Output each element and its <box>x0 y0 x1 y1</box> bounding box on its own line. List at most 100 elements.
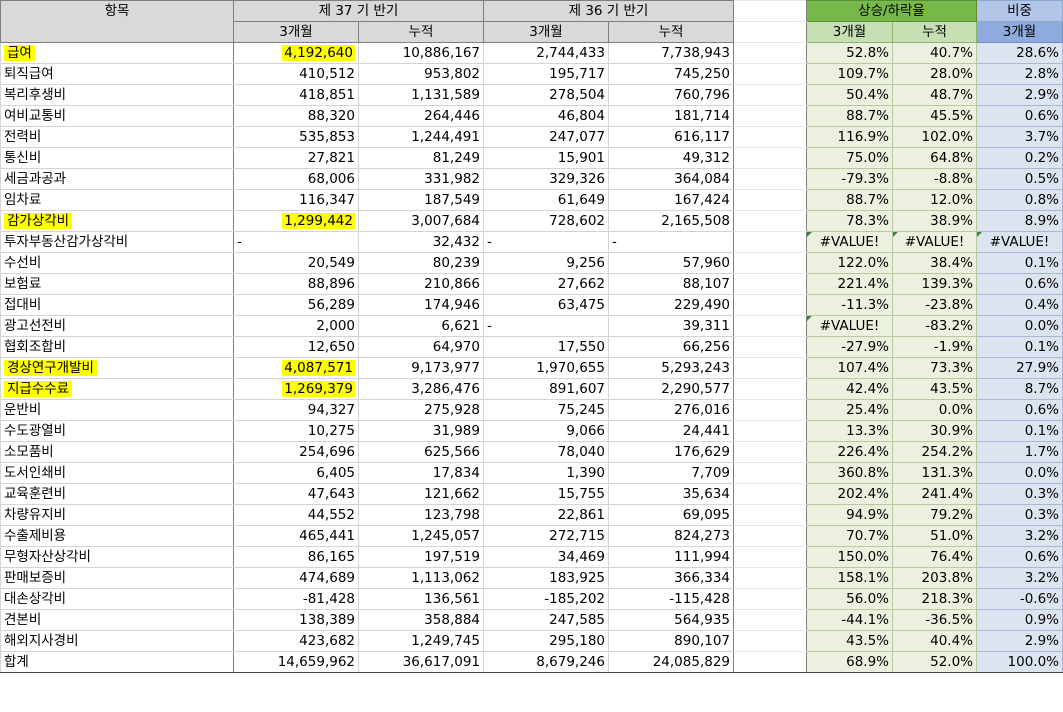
cell-change-cum[interactable]: 0.0% <box>892 399 977 421</box>
cell-share-3m[interactable]: 0.3% <box>976 483 1063 505</box>
cell-share-3m[interactable]: 3.2% <box>976 567 1063 589</box>
cell-p36-3m[interactable]: 17,550 <box>483 336 609 358</box>
header-p36-cum[interactable]: 누적 <box>608 21 734 43</box>
cell-change-3m[interactable]: 88.7% <box>806 189 893 211</box>
cell-item-name[interactable]: 수선비 <box>0 252 234 274</box>
cell-p36-3m[interactable]: 2,744,433 <box>483 42 609 64</box>
cell-change-3m[interactable]: -79.3% <box>806 168 893 190</box>
cell-p37-3m[interactable]: 4,087,571 <box>233 357 359 379</box>
cell-item-name[interactable]: 지급수수료 <box>0 378 234 400</box>
cell-p37-3m[interactable]: 4,192,640 <box>233 42 359 64</box>
cell-change-cum[interactable]: 43.5% <box>892 378 977 400</box>
cell-p36-3m[interactable]: 8,679,246 <box>483 651 609 673</box>
cell-p36-cum[interactable]: 616,117 <box>608 126 734 148</box>
spacer-cell[interactable] <box>733 210 807 232</box>
cell-change-3m[interactable]: 360.8% <box>806 462 893 484</box>
header-change-3m[interactable]: 3개월 <box>806 21 893 43</box>
cell-p36-3m[interactable]: 63,475 <box>483 294 609 316</box>
header-p37-cum[interactable]: 누적 <box>358 21 484 43</box>
cell-item-name[interactable]: 대손상각비 <box>0 588 234 610</box>
cell-change-cum[interactable]: 76.4% <box>892 546 977 568</box>
cell-change-cum[interactable]: 52.0% <box>892 651 977 673</box>
spacer-cell[interactable] <box>733 609 807 631</box>
spacer-cell[interactable] <box>733 189 807 211</box>
cell-change-cum[interactable]: 218.3% <box>892 588 977 610</box>
cell-share-3m[interactable]: 0.3% <box>976 504 1063 526</box>
cell-change-3m[interactable]: 116.9% <box>806 126 893 148</box>
cell-p37-3m[interactable]: 86,165 <box>233 546 359 568</box>
cell-item-name[interactable]: 투자부동산감가상각비 <box>0 231 234 253</box>
cell-change-cum[interactable]: 79.2% <box>892 504 977 526</box>
cell-item-name[interactable]: 차량유지비 <box>0 504 234 526</box>
cell-item-name[interactable]: 접대비 <box>0 294 234 316</box>
cell-p36-3m[interactable]: 247,077 <box>483 126 609 148</box>
cell-change-3m[interactable]: 202.4% <box>806 483 893 505</box>
cell-p36-cum[interactable]: 890,107 <box>608 630 734 652</box>
cell-item-name[interactable]: 퇴직급여 <box>0 63 234 85</box>
cell-p36-cum[interactable]: 2,165,508 <box>608 210 734 232</box>
cell-change-3m[interactable]: 150.0% <box>806 546 893 568</box>
cell-p36-cum[interactable]: 276,016 <box>608 399 734 421</box>
spacer-cell[interactable] <box>733 525 807 547</box>
cell-p37-cum[interactable]: 9,173,977 <box>358 357 484 379</box>
spacer-cell[interactable] <box>733 42 807 64</box>
cell-p37-3m[interactable]: 68,006 <box>233 168 359 190</box>
cell-share-3m[interactable]: 0.9% <box>976 609 1063 631</box>
cell-share-3m[interactable]: 100.0% <box>976 651 1063 673</box>
cell-share-3m[interactable]: 0.5% <box>976 168 1063 190</box>
cell-p37-cum[interactable]: 3,286,476 <box>358 378 484 400</box>
cell-p36-cum[interactable]: 229,490 <box>608 294 734 316</box>
cell-p37-3m[interactable]: 94,327 <box>233 399 359 421</box>
cell-p36-cum[interactable]: -115,428 <box>608 588 734 610</box>
cell-p37-cum[interactable]: 264,446 <box>358 105 484 127</box>
cell-p36-cum[interactable]: 364,084 <box>608 168 734 190</box>
cell-p36-3m[interactable]: 27,662 <box>483 273 609 295</box>
cell-p36-3m[interactable]: 1,390 <box>483 462 609 484</box>
cell-p36-cum[interactable]: 24,441 <box>608 420 734 442</box>
spacer-cell[interactable] <box>733 84 807 106</box>
cell-p37-3m[interactable]: 88,320 <box>233 105 359 127</box>
spacer-cell[interactable] <box>733 63 807 85</box>
cell-p37-3m[interactable]: 44,552 <box>233 504 359 526</box>
cell-p36-3m[interactable]: 15,901 <box>483 147 609 169</box>
cell-change-cum[interactable]: -8.8% <box>892 168 977 190</box>
cell-share-3m[interactable]: 3.2% <box>976 525 1063 547</box>
cell-change-3m[interactable]: 122.0% <box>806 252 893 274</box>
cell-change-cum[interactable]: 102.0% <box>892 126 977 148</box>
cell-p37-cum[interactable]: 17,834 <box>358 462 484 484</box>
cell-p36-cum[interactable]: 564,935 <box>608 609 734 631</box>
cell-change-3m[interactable]: 52.8% <box>806 42 893 64</box>
header-item[interactable]: 항목 <box>0 0 234 43</box>
spacer-cell[interactable] <box>733 567 807 589</box>
cell-change-3m[interactable]: 50.4% <box>806 84 893 106</box>
spacer-cell[interactable] <box>733 105 807 127</box>
spacer-cell[interactable] <box>733 252 807 274</box>
cell-p37-cum[interactable]: 81,249 <box>358 147 484 169</box>
cell-change-3m[interactable]: #VALUE! <box>806 315 893 337</box>
cell-item-name[interactable]: 무형자산상각비 <box>0 546 234 568</box>
cell-share-3m[interactable]: 0.6% <box>976 546 1063 568</box>
cell-p36-cum[interactable]: 35,634 <box>608 483 734 505</box>
cell-p37-cum[interactable]: 1,244,491 <box>358 126 484 148</box>
cell-p37-3m[interactable]: 116,347 <box>233 189 359 211</box>
cell-change-cum[interactable]: 64.8% <box>892 147 977 169</box>
spacer-cell[interactable] <box>733 168 807 190</box>
cell-change-cum[interactable]: 45.5% <box>892 105 977 127</box>
cell-p36-cum[interactable]: 176,629 <box>608 441 734 463</box>
cell-p37-3m[interactable]: 535,853 <box>233 126 359 148</box>
cell-p37-cum[interactable]: 3,007,684 <box>358 210 484 232</box>
cell-change-cum[interactable]: 241.4% <box>892 483 977 505</box>
cell-p37-cum[interactable]: 1,245,057 <box>358 525 484 547</box>
cell-change-cum[interactable]: 203.8% <box>892 567 977 589</box>
cell-change-3m[interactable]: 43.5% <box>806 630 893 652</box>
cell-share-3m[interactable]: 0.0% <box>976 315 1063 337</box>
cell-p36-cum[interactable]: 2,290,577 <box>608 378 734 400</box>
cell-p37-3m[interactable]: 254,696 <box>233 441 359 463</box>
cell-change-3m[interactable]: 226.4% <box>806 441 893 463</box>
cell-p37-cum[interactable]: 1,131,589 <box>358 84 484 106</box>
cell-share-3m[interactable]: 0.1% <box>976 252 1063 274</box>
cell-change-cum[interactable]: 38.4% <box>892 252 977 274</box>
cell-p36-cum[interactable]: 66,256 <box>608 336 734 358</box>
cell-item-name[interactable]: 운반비 <box>0 399 234 421</box>
cell-change-cum[interactable]: -1.9% <box>892 336 977 358</box>
